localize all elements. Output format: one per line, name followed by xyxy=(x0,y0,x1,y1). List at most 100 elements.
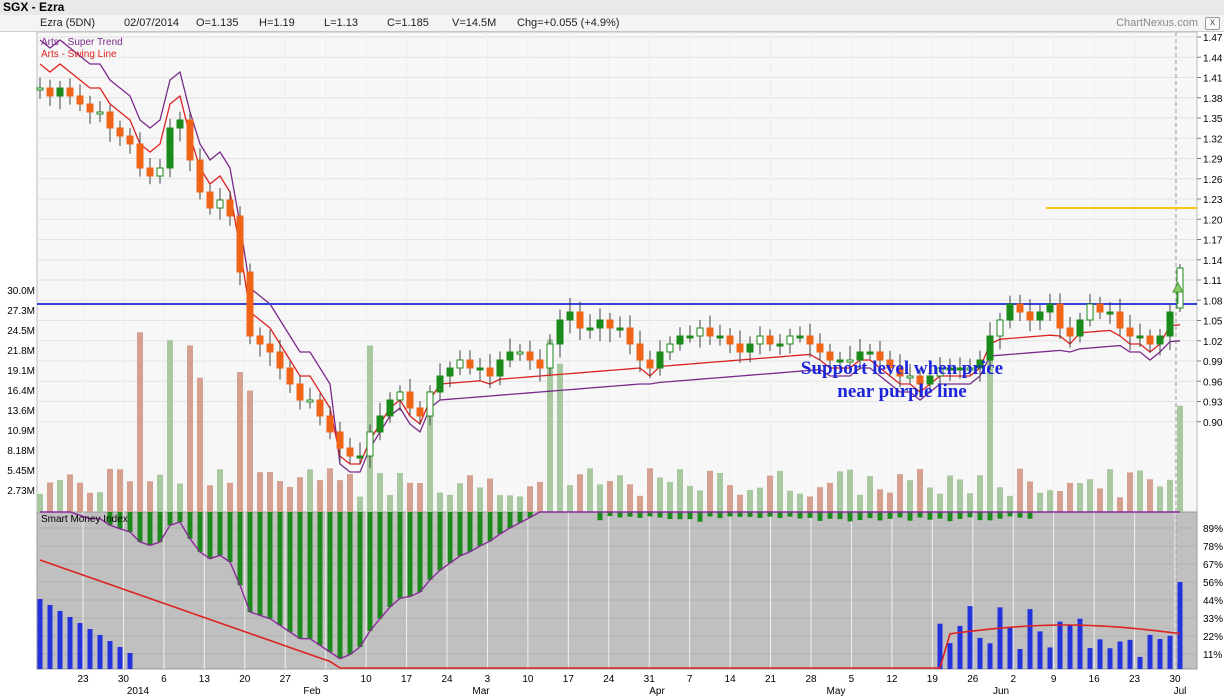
volume-bar xyxy=(487,478,493,512)
candle-body xyxy=(46,87,54,97)
x-tick-label: 7 xyxy=(687,674,693,685)
annotation-line-1: Support level when price xyxy=(801,358,1003,379)
smi-green-bar xyxy=(487,512,493,542)
candle-body xyxy=(576,311,584,329)
volume-bar xyxy=(927,487,933,512)
x-tick-label: 23 xyxy=(77,674,89,685)
candle-body xyxy=(346,447,354,457)
candle-body xyxy=(1156,335,1164,345)
candle-body xyxy=(806,335,814,345)
volume-bar xyxy=(417,483,423,512)
candle-body xyxy=(786,335,794,345)
smi-green-bar xyxy=(407,512,413,597)
volume-bar xyxy=(657,477,663,512)
volume-bar xyxy=(857,494,863,512)
candle-body xyxy=(596,319,604,329)
volume-bar xyxy=(1017,468,1023,512)
volume-bar xyxy=(137,332,143,512)
smi-blue-bar xyxy=(107,641,113,669)
volume-tick-label: 24.5M xyxy=(7,326,35,337)
volume-bar xyxy=(997,487,1003,512)
volume-bar xyxy=(47,482,53,512)
smi-blue-bar xyxy=(87,629,93,669)
candle-body xyxy=(1056,303,1064,329)
candle-body xyxy=(606,319,614,329)
candle-body xyxy=(1126,327,1134,337)
volume-bar xyxy=(297,477,303,512)
candle-body xyxy=(1106,311,1114,315)
smi-blue-bar xyxy=(1057,621,1063,669)
candle-body xyxy=(496,359,504,377)
candle-body xyxy=(766,335,774,345)
volume-bar xyxy=(1057,491,1063,512)
smi-green-bar xyxy=(467,512,473,552)
volume-bar xyxy=(867,476,873,512)
x-tick-label: 6 xyxy=(161,674,167,685)
x-tick-label: 26 xyxy=(967,674,979,685)
smi-green-bar xyxy=(777,512,783,518)
volume-bar xyxy=(767,475,773,512)
candle-body xyxy=(426,391,434,417)
smi-tick-label: 78% xyxy=(1203,542,1223,553)
smi-green-bar xyxy=(917,512,923,518)
candle-body xyxy=(1046,303,1054,313)
smi-green-bar xyxy=(867,512,873,519)
candle-body xyxy=(36,87,44,91)
volume-bar xyxy=(207,485,213,512)
candle-body xyxy=(1096,303,1104,313)
volume-bar xyxy=(77,482,83,512)
volume-bar xyxy=(247,390,253,512)
price-tick-label: 1.32 xyxy=(1203,134,1223,145)
x-tick-label: 21 xyxy=(765,674,777,685)
volume-bar xyxy=(97,492,103,512)
volume-bar xyxy=(1087,479,1093,512)
smi-green-bar xyxy=(957,512,963,519)
price-chart[interactable]: 1.47 1.44 1.41 1.38 1.35 1.32 1.29 1.26 1.23 1.20… xyxy=(0,0,1224,697)
candle-body xyxy=(316,399,324,417)
smi-green-bar xyxy=(817,512,823,521)
x-tick-label: 17 xyxy=(563,674,575,685)
smi-green-bar xyxy=(927,512,933,520)
volume-bar xyxy=(357,496,363,512)
smi-green-bar xyxy=(637,512,643,518)
volume-bar xyxy=(977,475,983,512)
smi-green-bar xyxy=(447,512,453,563)
volume-bar xyxy=(117,469,123,512)
volume-bar xyxy=(497,495,503,512)
smi-green-bar xyxy=(697,512,703,522)
smi-blue-bar xyxy=(1067,624,1073,669)
candle-body xyxy=(206,191,214,209)
price-tick-label: 1.41 xyxy=(1203,74,1223,85)
candle-body xyxy=(696,327,704,337)
volume-bar xyxy=(37,493,43,512)
candle-body xyxy=(526,351,534,361)
candle-body xyxy=(506,351,514,361)
smi-green-bar xyxy=(497,512,503,534)
candle-body xyxy=(306,399,314,403)
candle-body xyxy=(816,343,824,353)
price-tick-label: 1.11 xyxy=(1203,276,1222,287)
volume-tick-label: 19.1M xyxy=(7,366,35,377)
annotation-line-2: near purple line xyxy=(837,381,967,402)
legend-super-trend: Arts - Super Trend xyxy=(41,37,123,48)
volume-bar xyxy=(177,483,183,512)
volume-bar xyxy=(197,377,203,512)
candle-body xyxy=(286,367,294,385)
smi-green-bar xyxy=(207,512,213,559)
x-tick-label: 14 xyxy=(725,674,737,685)
smi-green-bar xyxy=(667,512,673,519)
price-tick-label: 1.38 xyxy=(1203,94,1223,105)
volume-bar xyxy=(677,469,683,512)
candle-body xyxy=(416,407,424,417)
smi-green-bar xyxy=(357,512,363,647)
volume-bar xyxy=(1137,470,1143,512)
smi-green-bar xyxy=(1017,512,1023,518)
price-tick-label: 1.44 xyxy=(1203,53,1223,64)
x-tick-label: 23 xyxy=(1129,674,1141,685)
candle-body xyxy=(146,167,154,177)
volume-bar xyxy=(727,485,733,512)
x-tick-label: 13 xyxy=(199,674,211,685)
volume-bar xyxy=(127,481,133,512)
volume-bar xyxy=(387,494,393,512)
volume-bar xyxy=(537,481,543,512)
